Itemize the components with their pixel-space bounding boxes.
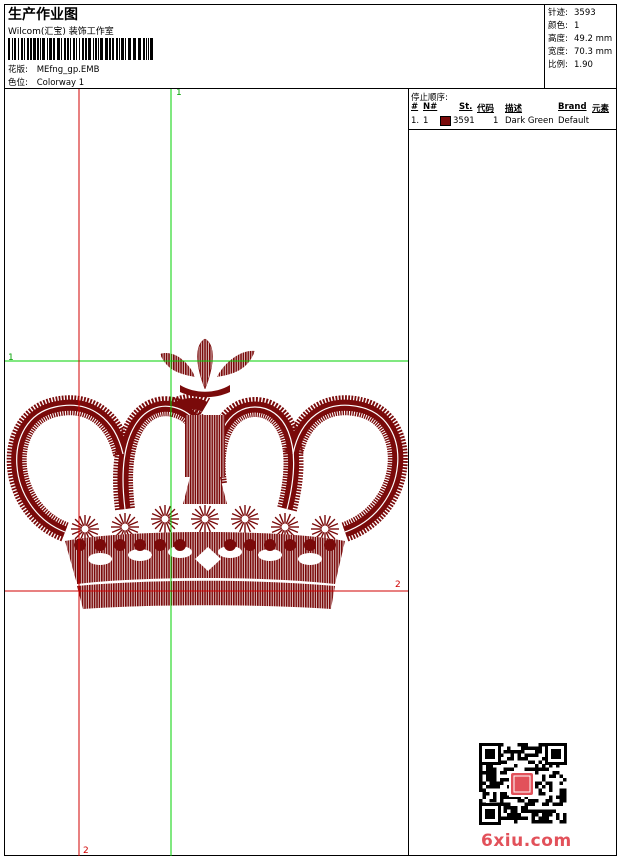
crown-pearl	[174, 539, 186, 551]
crown-pearl	[264, 539, 276, 551]
row-code: 1	[493, 116, 499, 126]
col-description: 描述	[505, 104, 523, 114]
crown-column-foot	[183, 477, 227, 504]
scale-label: 比例:	[548, 60, 568, 70]
col-stop: #	[411, 102, 419, 112]
row-needle: 1	[423, 116, 429, 126]
row-brand: Default	[558, 116, 590, 126]
crown-jewel-center	[81, 525, 89, 533]
crown-design	[6, 338, 408, 609]
crown-jewel-center	[241, 515, 249, 523]
design-file-value: MEfng_gp.EMB	[36, 65, 100, 75]
red-guide-bottom-marker: 2	[83, 846, 89, 856]
col-needle: N#	[423, 102, 438, 112]
barcode	[8, 38, 153, 60]
colorway-value: Colorway 1	[36, 78, 85, 88]
height-label: 高度:	[548, 34, 568, 44]
crown-pearl	[154, 539, 166, 551]
col-element: 元素	[592, 104, 610, 114]
qr-code-icon	[479, 743, 567, 825]
scale-value: 1.90	[574, 60, 593, 70]
width-stat: 宽度: 70.3 mm	[548, 45, 612, 57]
site-watermark: 6xiu.com	[481, 831, 572, 851]
colorway-label: 色位:	[8, 78, 28, 88]
crown-band-window	[88, 553, 112, 565]
crown-jewel-center	[161, 515, 169, 523]
crown-arch-core	[175, 398, 208, 413]
studio-name: Wilcom(汇宝) 装饰工作室	[8, 27, 114, 37]
stitches-label: 针迹:	[548, 8, 568, 18]
width-value: 70.3 mm	[574, 47, 613, 57]
header-info: 生产作业图 Wilcom(汇宝) 装饰工作室 花版: MEfng_gp.EMB …	[5, 5, 545, 89]
colors-stat: 颜色: 1	[548, 19, 579, 31]
col-code: 代码	[477, 104, 495, 114]
stitches-stat: 针迹: 3593	[548, 6, 596, 18]
crown-pearl	[324, 539, 336, 551]
crown-arch-core	[11, 399, 129, 538]
crown-pearl	[74, 539, 86, 551]
colors-label: 颜色:	[548, 21, 568, 31]
crown-jewel-center	[321, 525, 329, 533]
stitches-value: 3593	[574, 8, 596, 18]
design-canvas[interactable]: 1 1 2 2	[5, 89, 409, 856]
red-guide-right-marker: 2	[395, 580, 401, 590]
crown-fleur-right	[217, 350, 255, 377]
row-description: Dark Green	[505, 116, 554, 126]
crown-jewel-center	[121, 523, 129, 531]
crown-pearl	[114, 539, 126, 551]
design-file-row: 花版: MEfng_gp.EMB	[8, 63, 99, 75]
crown-pearl	[244, 539, 256, 551]
page-title: 生产作业图	[8, 7, 78, 23]
height-stat: 高度: 49.2 mm	[548, 32, 612, 44]
scale-stat: 比例: 1.90	[548, 58, 593, 70]
green-guide-top-marker: 1	[176, 89, 182, 98]
row-stitches: 3591	[453, 116, 475, 126]
design-file-label: 花版:	[8, 65, 28, 75]
crown-band-window	[298, 553, 322, 565]
design-stats: 针迹: 3593 颜色: 1 高度: 49.2 mm 宽度: 70.3 mm 比例: 1.…	[545, 5, 617, 89]
crown-pearl	[224, 539, 236, 551]
crown-base	[77, 580, 335, 609]
crown-fleur-left	[160, 353, 195, 377]
crown-pearl	[284, 539, 296, 551]
stop-sequence-panel: 停止顺序: # N# St. 代码 描述 Brand 元素 1. 1 3591 …	[409, 89, 617, 856]
crown-embroidery	[5, 89, 408, 856]
crown-central-column	[185, 415, 225, 477]
colors-value: 1	[574, 21, 580, 31]
crown-pearl	[134, 539, 146, 551]
crown-fleur-center	[197, 338, 213, 390]
green-guide-left-marker: 1	[8, 353, 14, 363]
width-label: 宽度:	[548, 47, 568, 57]
height-value: 49.2 mm	[574, 34, 613, 44]
crown-arch-core	[287, 399, 404, 538]
colorway-row: 色位: Colorway 1	[8, 76, 84, 88]
table-divider	[409, 129, 617, 130]
row-stop: 1.	[411, 116, 420, 126]
col-stitches: St.	[459, 102, 473, 112]
crown-pearl	[94, 539, 106, 551]
production-sheet: 生产作业图 Wilcom(汇宝) 装饰工作室 花版: MEfng_gp.EMB …	[4, 4, 617, 856]
crown-jewel-center	[201, 515, 209, 523]
col-brand: Brand	[558, 102, 587, 112]
crown-jewel-center	[281, 523, 289, 531]
crown-pearl	[304, 539, 316, 551]
